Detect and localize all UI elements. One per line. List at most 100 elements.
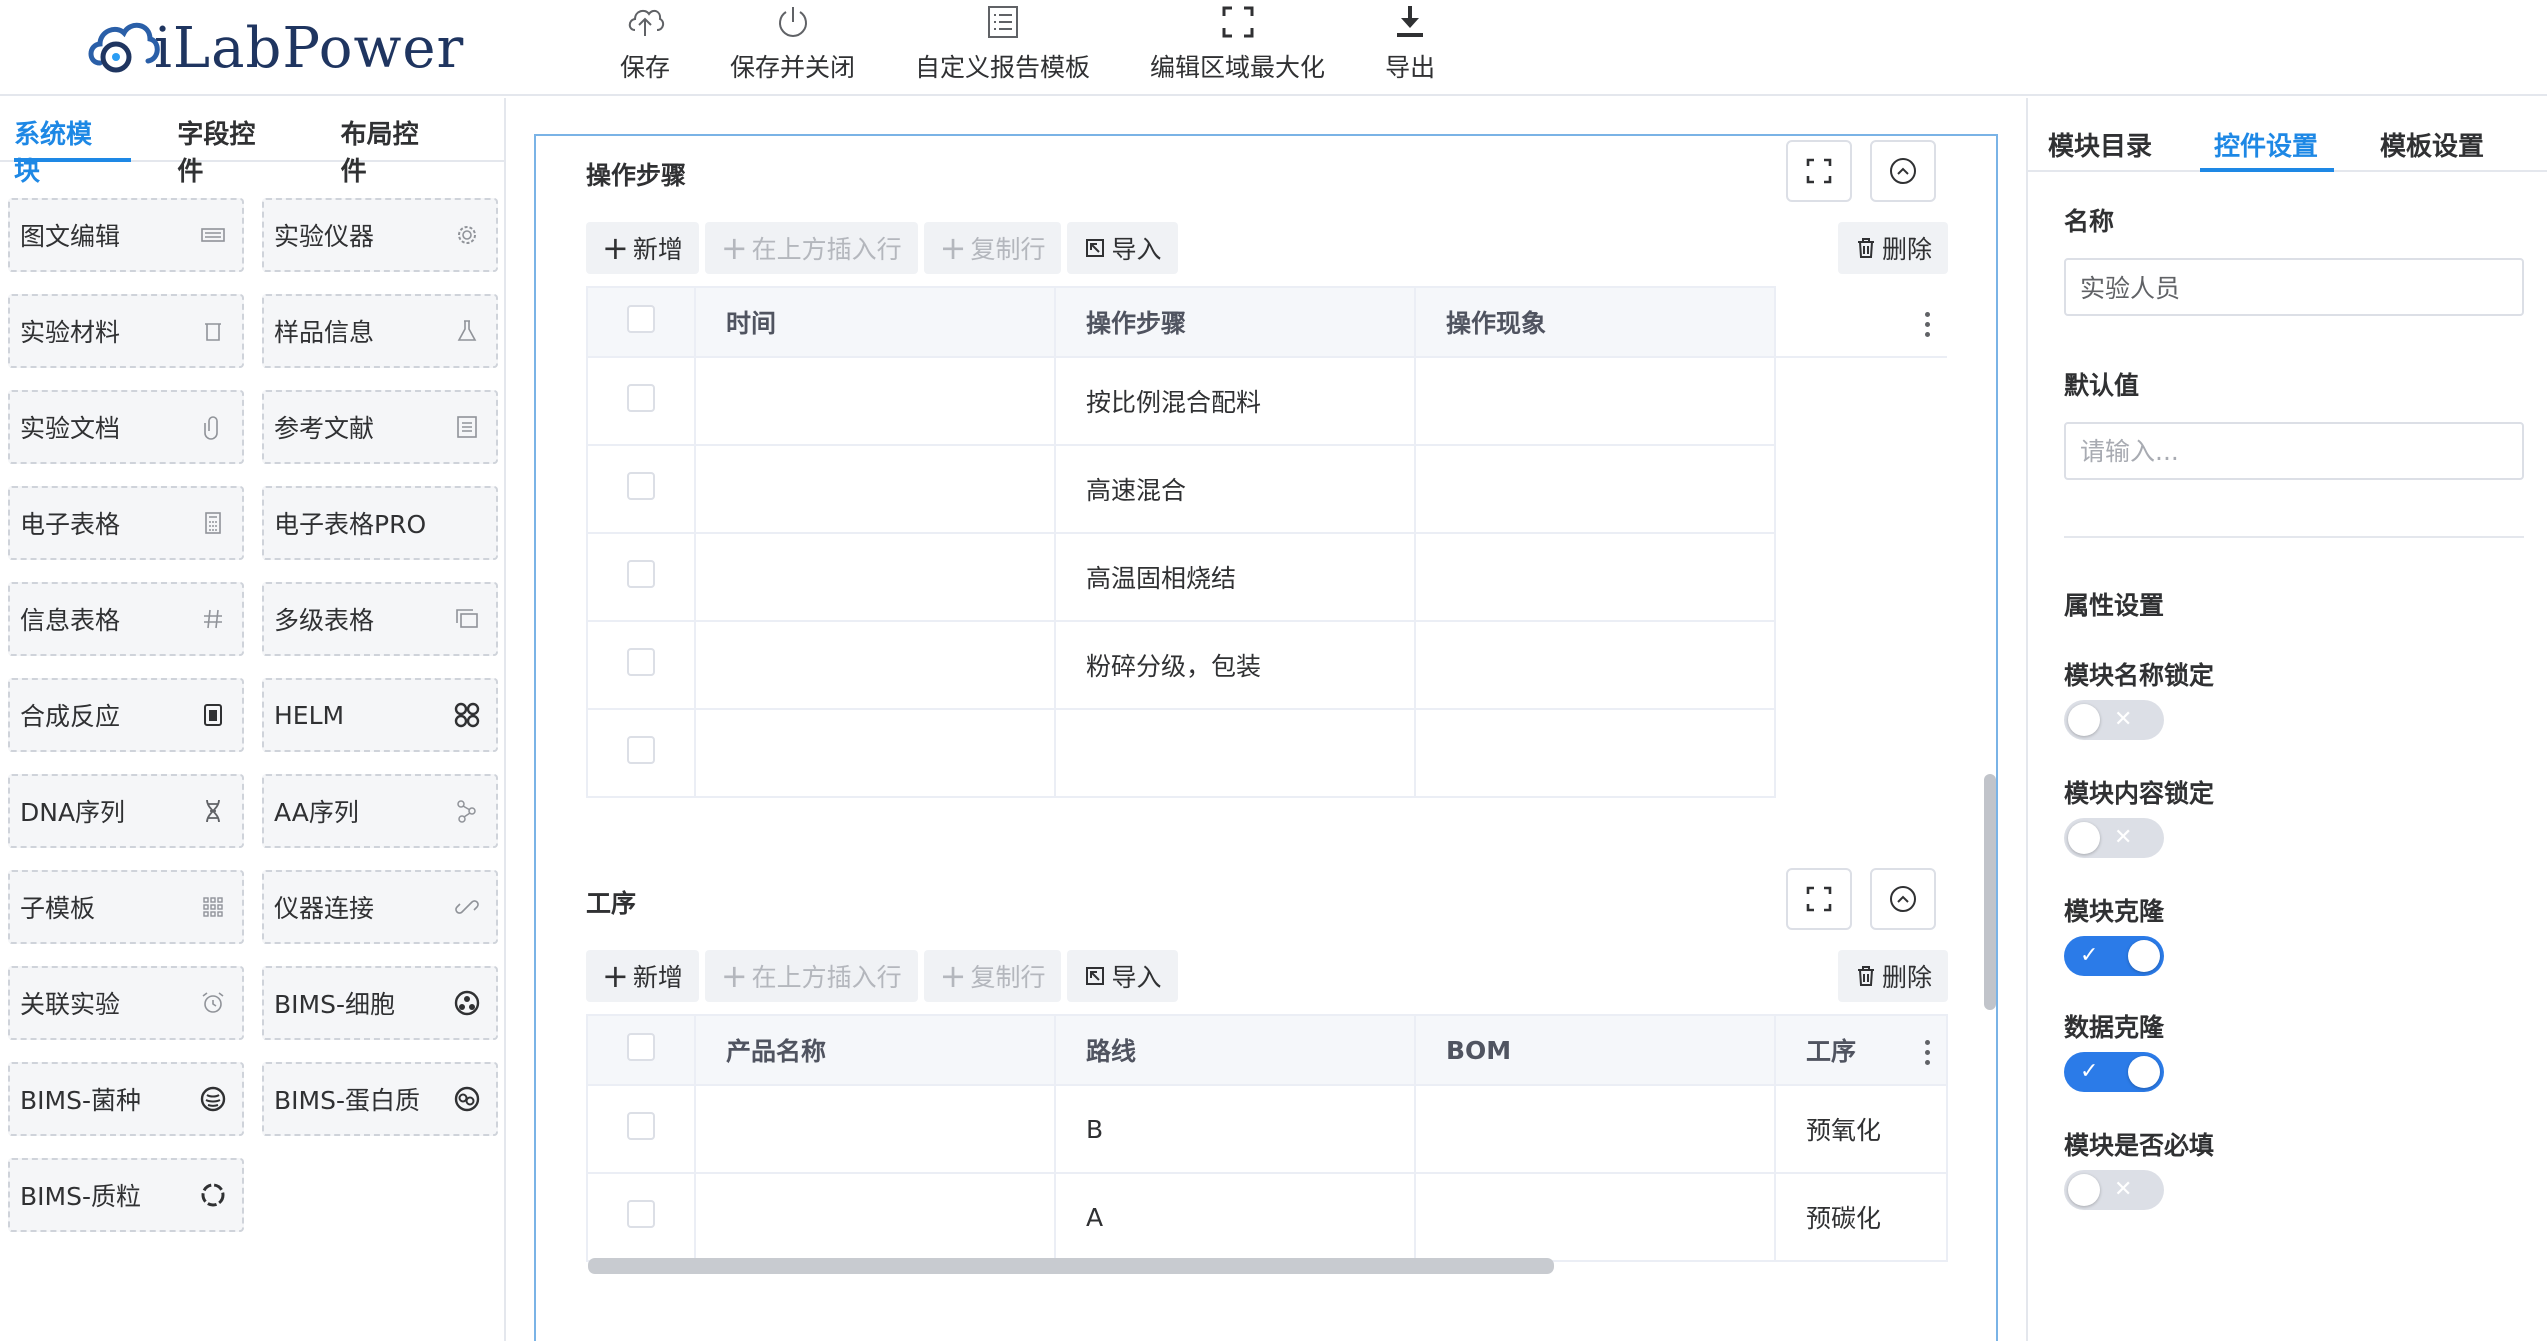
import-button[interactable]: 导入	[1067, 950, 1178, 1002]
module-reference[interactable]: 参考文献	[262, 390, 498, 464]
table-cell[interactable]	[1414, 356, 1776, 446]
table-cell[interactable]	[1414, 444, 1776, 534]
maximize-editor-button[interactable]: 编辑区域最大化	[1120, 0, 1355, 84]
module-synthesis-reaction[interactable]: 合成反应	[8, 678, 244, 752]
table-cell[interactable]	[694, 356, 1056, 446]
add-row-button[interactable]: + 新增	[586, 950, 699, 1002]
table-cell[interactable]: 高温固相烧结	[1054, 532, 1416, 622]
table-cell[interactable]: 预氧化	[1774, 1084, 1948, 1174]
table-horizontal-scrollbar[interactable]	[588, 1258, 1554, 1274]
module-material[interactable]: 实验材料	[8, 294, 244, 368]
table-cell[interactable]	[1414, 532, 1776, 622]
table-cell[interactable]	[694, 708, 1056, 798]
section-maximize-button[interactable]	[1786, 140, 1852, 202]
data-clone-toggle[interactable]: ✓	[2064, 1052, 2164, 1092]
column-header[interactable]: 时间	[694, 286, 1056, 358]
module-name-lock-toggle[interactable]: ✕	[2064, 700, 2164, 740]
table-cell[interactable]	[694, 1172, 1056, 1262]
link-icon	[452, 892, 482, 922]
module-spreadsheet[interactable]: 电子表格	[8, 486, 244, 560]
export-button[interactable]: 导出	[1355, 0, 1465, 84]
table-cell[interactable]: A	[1054, 1172, 1416, 1262]
column-header[interactable]: 产品名称	[694, 1014, 1056, 1086]
select-all-checkbox[interactable]	[627, 305, 655, 333]
module-spreadsheet-pro[interactable]: 电子表格PRO	[262, 486, 498, 560]
row-checkbox[interactable]	[627, 472, 655, 500]
column-header[interactable]: 操作步骤	[1054, 286, 1416, 358]
row-checkbox[interactable]	[627, 1112, 655, 1140]
select-all-checkbox[interactable]	[627, 1033, 655, 1061]
table-cell[interactable]: B	[1054, 1084, 1416, 1174]
table-cell[interactable]	[694, 444, 1056, 534]
table-cell[interactable]: 粉碎分级，包装	[1054, 620, 1416, 710]
tab-module-directory[interactable]: 模块目录	[2048, 98, 2168, 170]
module-linked-experiment[interactable]: 关联实验	[8, 966, 244, 1040]
save-and-close-button[interactable]: 保存并关闭	[700, 0, 885, 84]
table-cell[interactable]	[694, 620, 1056, 710]
default-value-input[interactable]	[2064, 422, 2524, 480]
cloud-logo-icon	[86, 13, 162, 83]
tab-system-modules[interactable]: 系统模块	[14, 98, 139, 187]
add-row-button[interactable]: + 新增	[586, 222, 699, 274]
module-sub-template[interactable]: 子模板	[8, 870, 244, 944]
module-bims-protein[interactable]: BIMS-蛋白质	[262, 1062, 498, 1136]
tab-field-controls[interactable]: 字段控件	[177, 98, 302, 187]
row-checkbox[interactable]	[627, 648, 655, 676]
module-required-toggle[interactable]: ✕	[2064, 1170, 2164, 1210]
module-bims-plasmid[interactable]: BIMS-质粒	[8, 1158, 244, 1232]
tab-layout-controls[interactable]: 布局控件	[341, 98, 466, 187]
module-info-table[interactable]: 信息表格	[8, 582, 244, 656]
custom-report-template-button[interactable]: 自定义报告模板	[885, 0, 1120, 84]
table-cell[interactable]	[694, 1084, 1056, 1174]
column-header[interactable]: BOM	[1414, 1014, 1776, 1086]
table-cell[interactable]	[1054, 708, 1416, 798]
insert-above-button[interactable]: + 在上方插入行	[704, 222, 918, 274]
delete-row-button[interactable]: 删除	[1838, 222, 1949, 274]
row-checkbox[interactable]	[627, 1200, 655, 1228]
copy-row-button[interactable]: + 复制行	[923, 950, 1062, 1002]
column-settings-kebab-icon[interactable]	[1912, 1040, 1942, 1065]
module-clone-toggle[interactable]: ✓	[2064, 936, 2164, 976]
module-bims-cell[interactable]: BIMS-细胞	[262, 966, 498, 1040]
column-settings-kebab-icon[interactable]	[1912, 312, 1942, 337]
module-instrument-connect[interactable]: 仪器连接	[262, 870, 498, 944]
chevron-up-circle-icon	[1890, 158, 1916, 184]
name-input[interactable]	[2064, 258, 2524, 316]
module-instrument[interactable]: 实验仪器	[262, 198, 498, 272]
editor-vertical-scrollbar[interactable]	[1984, 774, 1996, 1010]
row-checkbox[interactable]	[627, 560, 655, 588]
module-multi-level-table[interactable]: 多级表格	[262, 582, 498, 656]
module-content-lock-toggle[interactable]: ✕	[2064, 818, 2164, 858]
tab-control-settings[interactable]: 控件设置	[2200, 98, 2335, 172]
table-cell[interactable]	[694, 532, 1056, 622]
module-dna-sequence[interactable]: DNA序列	[8, 774, 244, 848]
insert-above-button[interactable]: + 在上方插入行	[704, 950, 918, 1002]
row-checkbox[interactable]	[627, 736, 655, 764]
editor-area: 操作步骤 + 新增 + 在上方插入行 + 复制行 导入 删除 时间 操作步骤 操作现象	[508, 98, 2024, 1341]
import-button[interactable]: 导入	[1067, 222, 1178, 274]
table-cell[interactable]	[1414, 620, 1776, 710]
module-rich-text[interactable]: 图文编辑	[8, 198, 244, 272]
table-cell[interactable]: 按比例混合配料	[1054, 356, 1416, 446]
section-collapse-button[interactable]	[1870, 140, 1936, 202]
table-cell[interactable]	[1414, 1084, 1776, 1174]
module-document[interactable]: 实验文档	[8, 390, 244, 464]
module-helm[interactable]: HELM	[262, 678, 498, 752]
module-aa-sequence[interactable]: AA序列	[262, 774, 498, 848]
process-table: 产品名称 路线 BOM 工序 B 预氧化 A 预碳化	[586, 1014, 1948, 1262]
section-maximize-button[interactable]	[1786, 868, 1852, 930]
delete-row-button[interactable]: 删除	[1838, 950, 1949, 1002]
column-header[interactable]: 路线	[1054, 1014, 1416, 1086]
table-cell[interactable]: 高速混合	[1054, 444, 1416, 534]
row-checkbox[interactable]	[627, 384, 655, 412]
table-cell[interactable]: 预碳化	[1774, 1172, 1948, 1262]
save-button[interactable]: 保存	[590, 0, 700, 84]
table-cell[interactable]	[1414, 1172, 1776, 1262]
module-sample-info[interactable]: 样品信息	[262, 294, 498, 368]
tab-template-settings[interactable]: 模板设置	[2380, 98, 2500, 170]
table-cell[interactable]	[1414, 708, 1776, 798]
module-bims-strain[interactable]: BIMS-菌种	[8, 1062, 244, 1136]
column-header[interactable]: 操作现象	[1414, 286, 1776, 358]
copy-row-button[interactable]: + 复制行	[923, 222, 1062, 274]
section-collapse-button[interactable]	[1870, 868, 1936, 930]
